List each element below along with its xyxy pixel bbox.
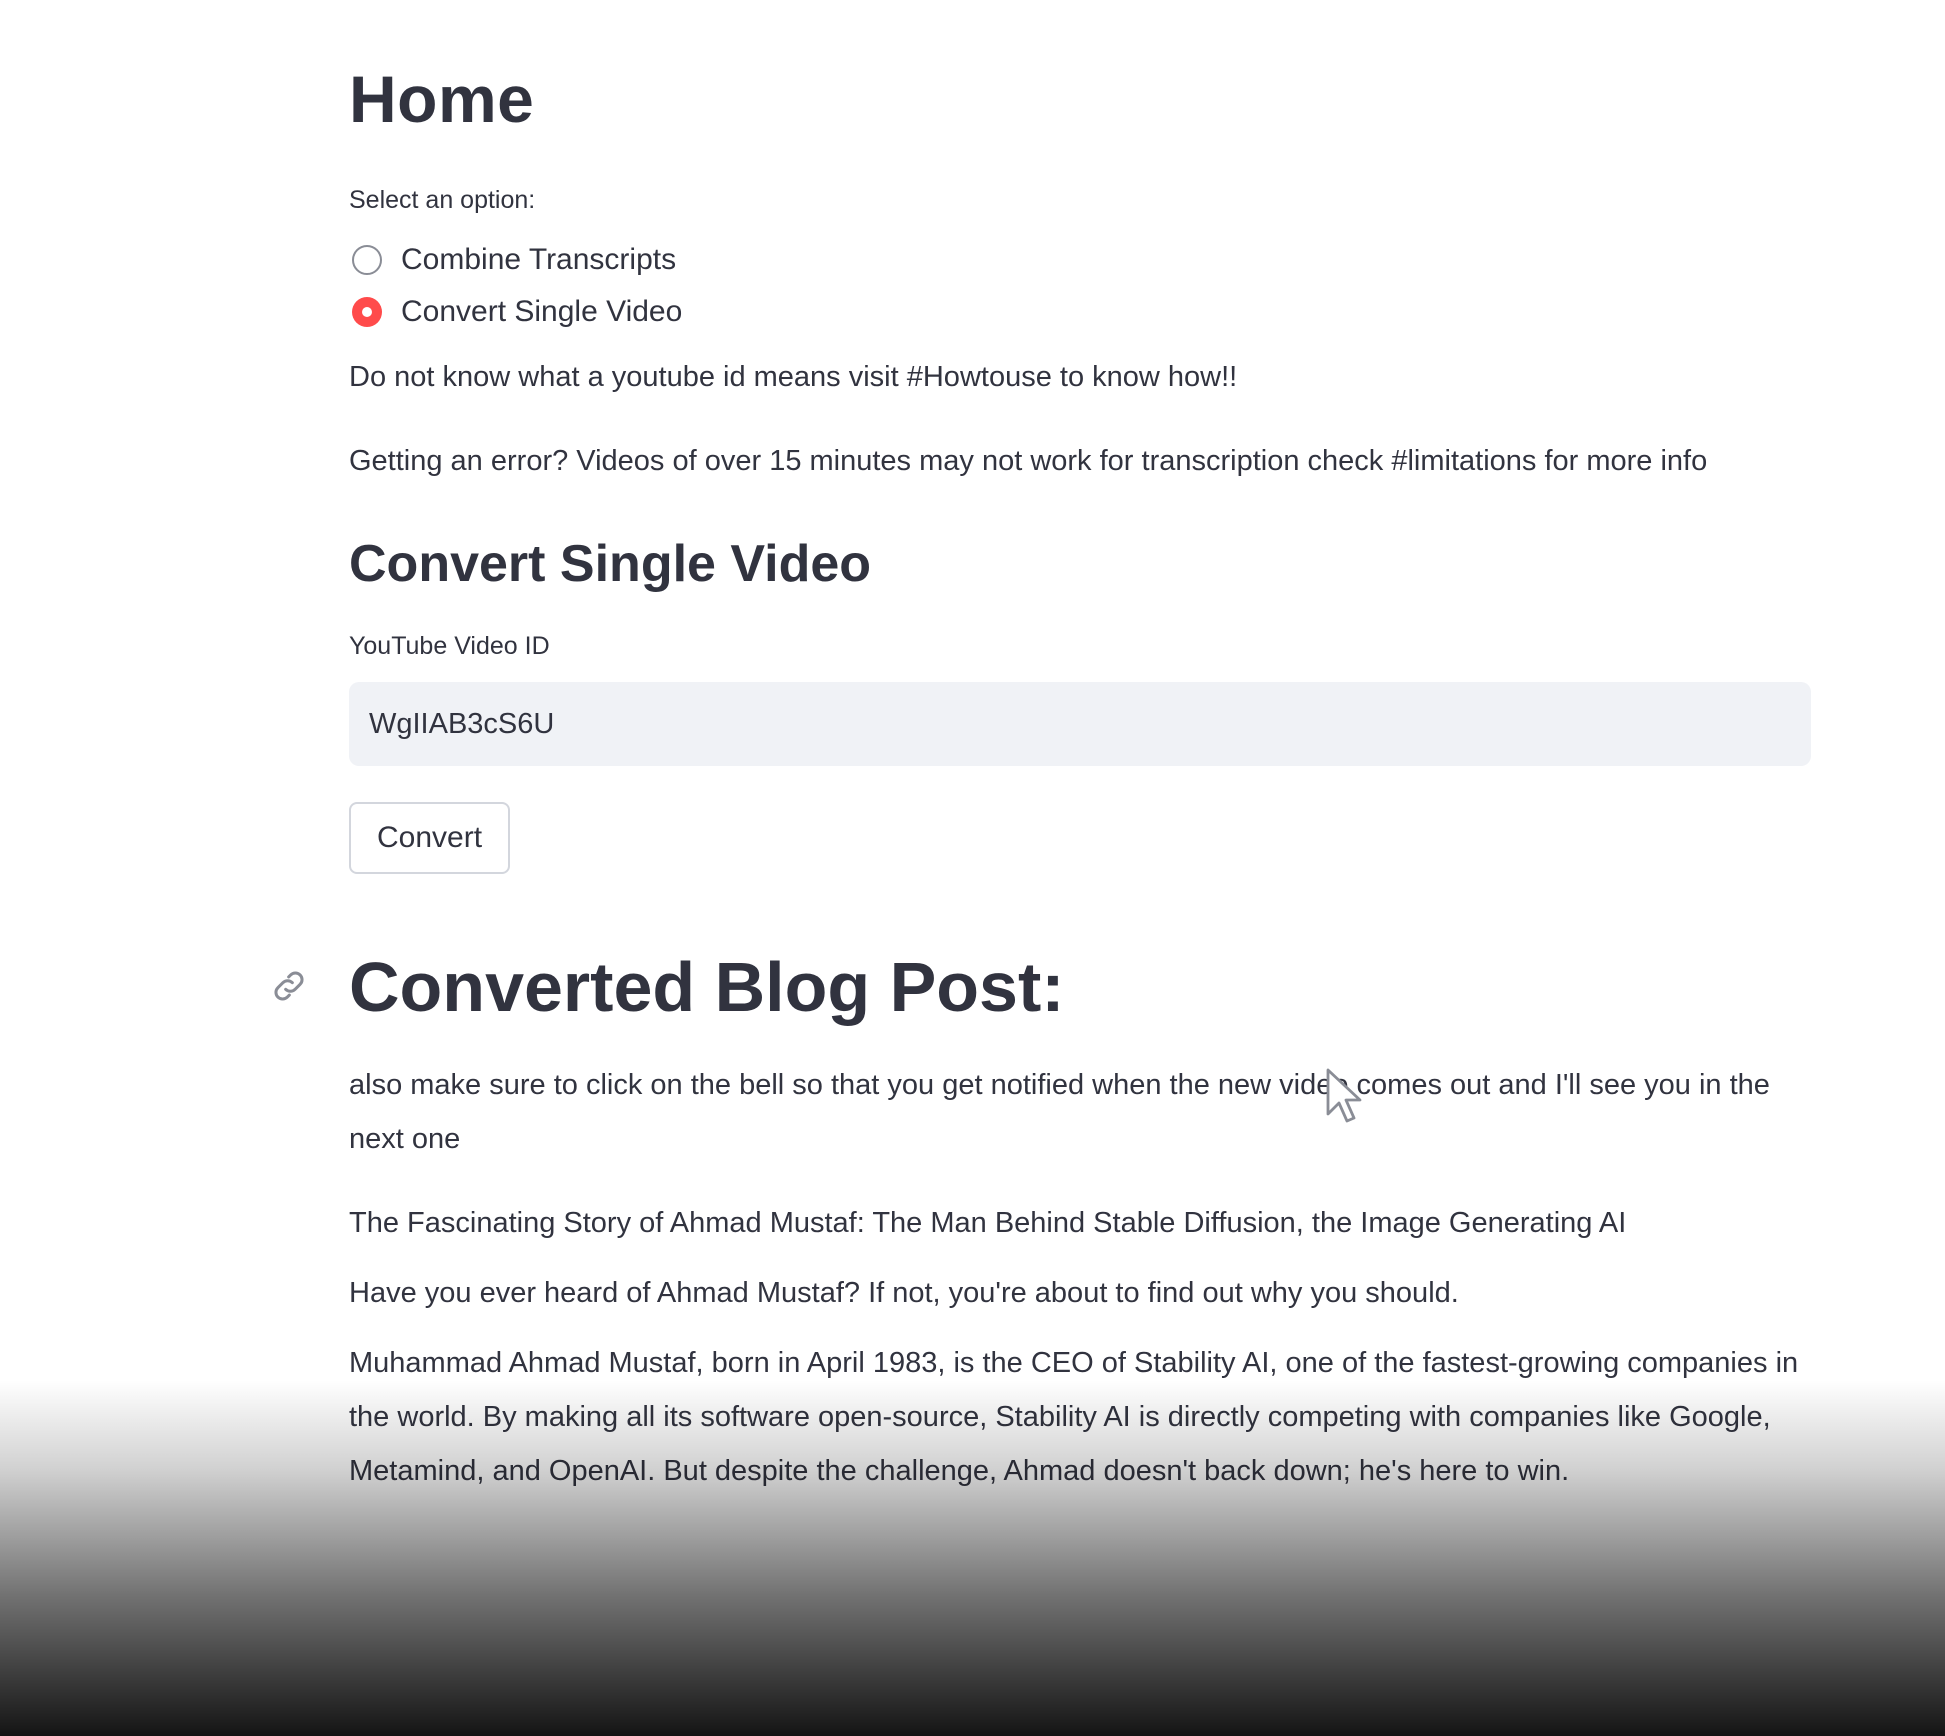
page-title: Home (349, 62, 535, 136)
option-select-label: Select an option: (349, 186, 536, 214)
mouse-cursor-icon (1326, 1068, 1362, 1123)
section-title: Convert Single Video (349, 535, 872, 593)
blog-body: also make sure to click on the bell so t… (349, 1058, 1811, 1498)
help-text: Do not know what a youtube id means visi… (349, 361, 1238, 393)
radio-label: Convert Single Video (401, 295, 683, 328)
radio-label: Combine Transcripts (401, 243, 677, 276)
link-icon[interactable] (269, 966, 309, 1006)
blog-heading: Converted Blog Post: (349, 948, 1065, 1026)
radio-checked-icon[interactable] (352, 297, 382, 327)
blog-paragraph: The Fascinating Story of Ahmad Mustaf: T… (349, 1207, 1627, 1239)
blog-paragraph: Have you ever heard of Ahmad Mustaf? If … (349, 1277, 1459, 1309)
blog-paragraph: also make sure to click on the bell so t… (349, 1069, 1770, 1155)
video-id-label: YouTube Video ID (349, 632, 550, 660)
blog-header: Converted Blog Post: (274, 944, 1811, 1030)
app-page: Home Select an option: Combine Transcrip… (0, 0, 1945, 1736)
radio-convert-single-video[interactable]: Convert Single Video (349, 294, 1811, 330)
radio-unchecked-icon[interactable] (352, 245, 382, 275)
blog-paragraph: Muhammad Ahmad Mustaf, born in April 198… (349, 1347, 1799, 1487)
main-content: Home Select an option: Combine Transcrip… (274, 0, 1811, 1498)
option-radio-group: Combine Transcripts Convert Single Video (349, 242, 1811, 330)
convert-button[interactable]: Convert (349, 802, 511, 874)
video-id-input[interactable] (349, 682, 1811, 766)
error-note-text: Getting an error? Videos of over 15 minu… (349, 445, 1708, 477)
radio-combine-transcripts[interactable]: Combine Transcripts (349, 242, 1811, 278)
